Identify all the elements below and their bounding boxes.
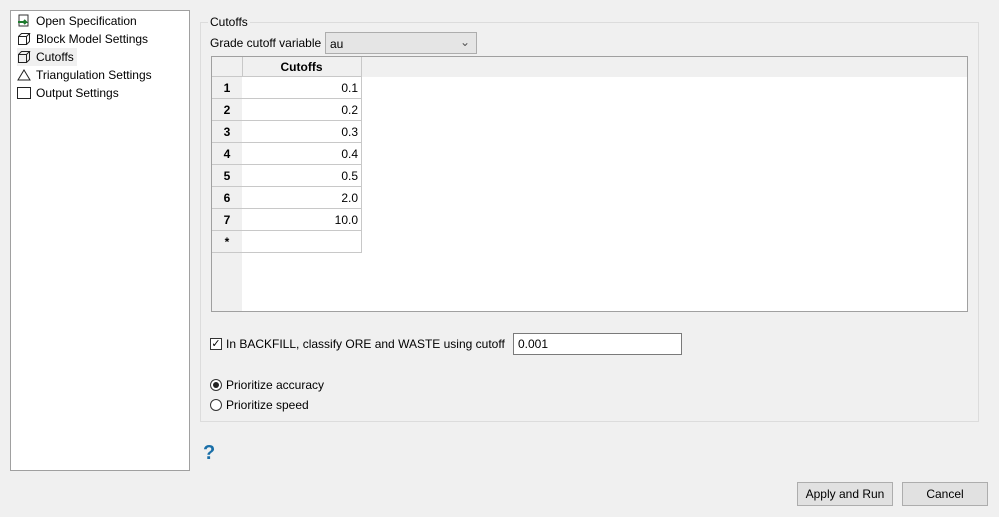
sidebar-item-triangulation-settings[interactable]: Triangulation Settings [17,66,155,84]
row-header[interactable]: 7 [212,209,243,231]
row-header[interactable]: 6 [212,187,243,209]
combo-value: au [330,37,344,51]
cutoff-cell[interactable]: 0.4 [242,143,362,165]
row-header[interactable]: 3 [212,121,243,143]
radio-prioritize-speed[interactable] [210,399,222,411]
radio-speed-label: Prioritize speed [226,398,309,412]
grade-cutoff-combo[interactable]: au ⌄ [325,32,477,54]
row-header[interactable]: 4 [212,143,243,165]
cube-icon [18,51,31,63]
check-icon: ✓ [211,338,221,350]
radio-prioritize-accuracy[interactable] [210,379,222,391]
corner-cell[interactable] [212,57,243,77]
cube-icon [18,33,31,45]
row-header[interactable]: 1 [212,77,243,99]
cutoff-cell[interactable]: 0.3 [242,121,362,143]
sidebar-item-output-settings[interactable]: Output Settings [17,84,122,102]
open-spec-icon [18,14,29,27]
backfill-checkbox[interactable]: ✓ [210,338,222,350]
square-icon [17,87,31,99]
sidebar-item-open-specification[interactable]: Open Specification [17,12,140,30]
sidebar: Open Specification Block Model Settings … [10,10,190,471]
help-icon[interactable]: ? [203,442,215,465]
row-header[interactable]: 5 [212,165,243,187]
row-header[interactable]: 2 [212,99,243,121]
apply-and-run-button[interactable]: Apply and Run [797,482,893,506]
cutoff-cell[interactable]: 0.5 [242,165,362,187]
cutoff-cell[interactable] [242,231,362,253]
column-header-cutoffs[interactable]: Cutoffs [242,57,362,77]
grade-cutoff-label: Grade cutoff variable [210,36,322,50]
cutoffs-table: Cutoffs 1 0.1 2 0.2 3 0.3 4 0.4 5 0.5 6 2.0 7 10.0 * [211,56,968,312]
cutoff-cell[interactable]: 0.2 [242,99,362,121]
triangle-icon [17,69,31,81]
sidebar-item-block-model-settings[interactable]: Block Model Settings [17,30,151,48]
cutoff-cell[interactable]: 2.0 [242,187,362,209]
cutoff-cell[interactable]: 10.0 [242,209,362,231]
cancel-button[interactable]: Cancel [902,482,988,506]
group-title: Cutoffs [208,15,250,29]
row-header[interactable]: * [212,231,243,253]
radio-accuracy-label: Prioritize accuracy [226,378,325,392]
chevron-down-icon: ⌄ [459,35,470,49]
backfill-label: In BACKFILL, classify ORE and WASTE usin… [226,337,505,351]
backfill-cutoff-input[interactable] [513,333,682,355]
sidebar-item-cutoffs[interactable]: Cutoffs [17,48,77,66]
cutoff-cell[interactable]: 0.1 [242,77,362,99]
